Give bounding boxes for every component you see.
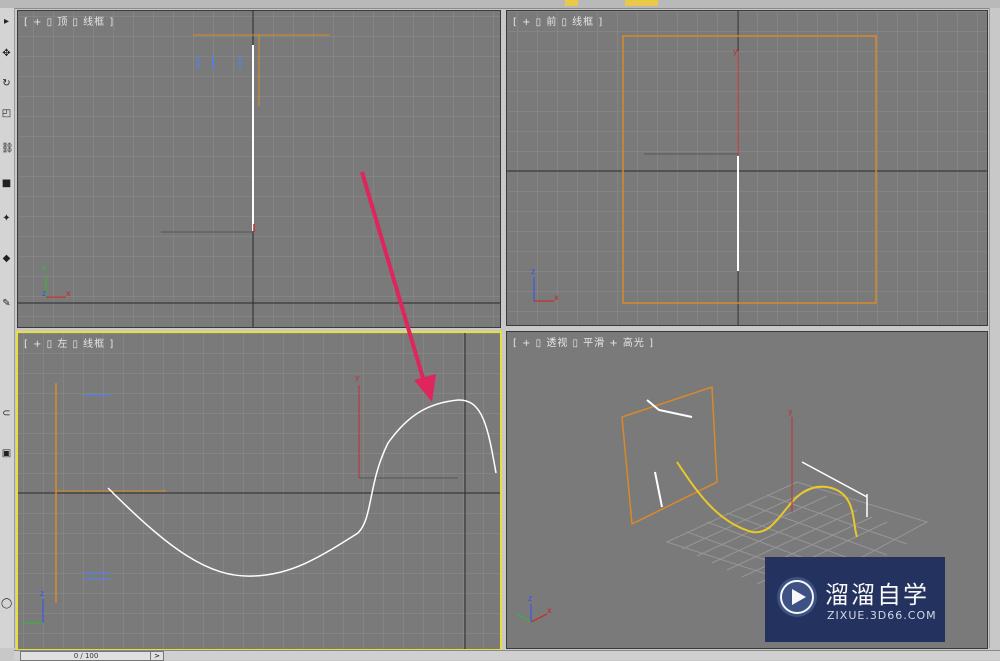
watermark: 溜溜自学 ZIXUE.3D66.COM bbox=[765, 557, 945, 642]
watermark-url: ZIXUE.3D66.COM bbox=[827, 609, 937, 622]
watermark-title: 溜溜自学 bbox=[825, 581, 929, 609]
time-slider[interactable]: 0 / 100 bbox=[20, 651, 152, 661]
play-logo-icon bbox=[777, 577, 817, 617]
play-glyph bbox=[780, 580, 814, 614]
next-frame-button[interactable]: > bbox=[150, 651, 164, 661]
